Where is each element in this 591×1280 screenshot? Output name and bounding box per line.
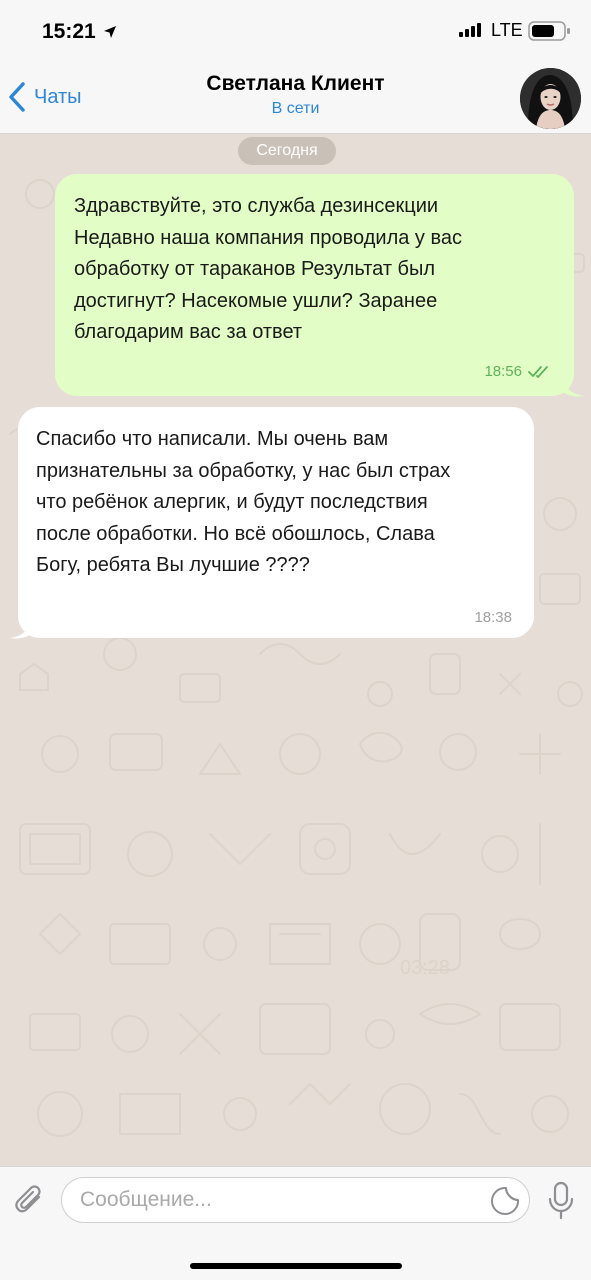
composer-bar xyxy=(0,1166,591,1280)
chat-header: Чаты Светлана Клиент В сети xyxy=(0,58,591,134)
message-line: что ребёнок алергик, и будут последствия xyxy=(36,491,428,513)
home-indicator[interactable] xyxy=(190,1263,402,1269)
contact-status: В сети xyxy=(271,100,320,117)
bubble-tail-icon xyxy=(560,370,584,397)
contact-name[interactable]: Светлана Клиент xyxy=(0,72,591,96)
microphone-icon[interactable] xyxy=(546,1181,576,1221)
status-bar: 15:21 LTE xyxy=(0,0,591,58)
message-line: благодарим вас за ответ xyxy=(74,321,303,343)
message-line: Недавно наша компания проводила у вас xyxy=(74,226,462,249)
outgoing-message[interactable]: Здравствуйте, это служба дезинсекции Нед… xyxy=(55,174,584,397)
message-text: Спасибо что написали. Мы очень вам призн… xyxy=(36,424,516,582)
network-label: LTE xyxy=(491,20,523,40)
battery-icon xyxy=(528,21,570,41)
sticker-icon[interactable] xyxy=(490,1186,520,1216)
location-arrow-icon xyxy=(104,26,116,38)
message-line: признательны за обработку, у нас был стр… xyxy=(36,459,451,482)
message-line: Богу, ребята Вы лучшие ???? xyxy=(36,554,310,576)
message-line: достигнут? Насекомые ушли? Заранее xyxy=(74,289,438,312)
date-separator: Сегодня xyxy=(238,137,336,165)
message-time: 18:56 xyxy=(484,363,522,380)
chat-area[interactable]: 03:28 Сегодня Здравствуйте, это служба д… xyxy=(0,134,591,1166)
double-check-icon xyxy=(528,365,548,378)
paperclip-icon[interactable] xyxy=(12,1183,48,1219)
message-line: Спасибо что написали. Мы очень вам xyxy=(36,428,389,450)
bubble-tail-icon xyxy=(10,612,34,639)
incoming-message[interactable]: Спасибо что написали. Мы очень вам призн… xyxy=(10,407,534,639)
message-meta: 18:56 xyxy=(484,363,552,380)
message-text: Здравствуйте, это служба дезинсекции Нед… xyxy=(74,191,554,349)
avatar-photo-icon xyxy=(520,68,581,129)
svg-text:03:28: 03:28 xyxy=(400,957,450,979)
message-time: 18:38 xyxy=(474,609,512,626)
message-line: Здравствуйте, это служба дезинсекции xyxy=(74,195,439,217)
message-input[interactable] xyxy=(80,1178,480,1222)
message-input-field[interactable] xyxy=(61,1177,530,1223)
signal-bars-icon xyxy=(459,23,481,37)
avatar[interactable] xyxy=(520,68,581,129)
status-time: 15:21 xyxy=(42,20,96,43)
message-line: после обработки. Но всё обошлось, Слава xyxy=(36,522,435,545)
message-line: обработку от тараканов Результат был xyxy=(74,258,436,280)
